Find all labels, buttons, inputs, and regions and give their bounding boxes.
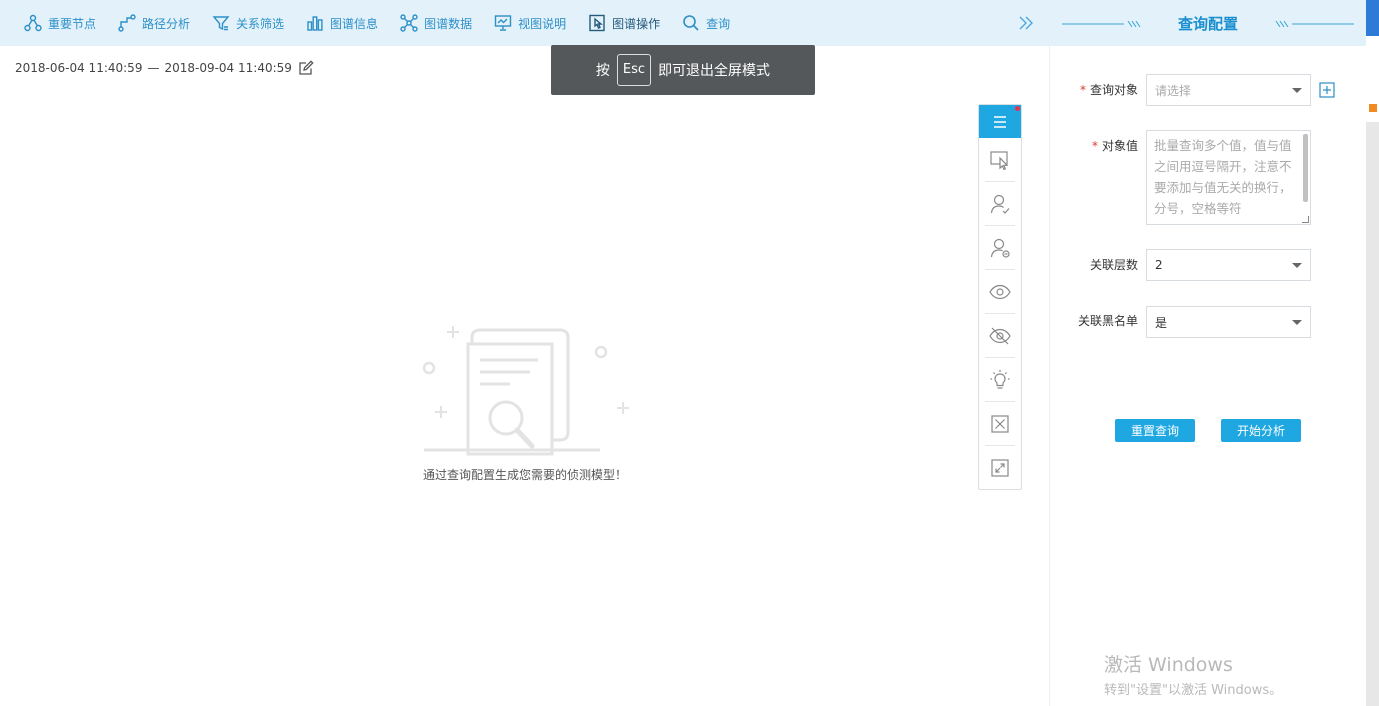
user-remove-icon — [990, 238, 1010, 258]
date-range: 2018-06-04 11:40:59 — 2018-09-04 11:40:5… — [15, 60, 314, 76]
bar-chart-icon — [307, 16, 323, 31]
toolbar-label: 图谱信息 — [330, 16, 379, 31]
toolbar-relation-filter[interactable]: 关系筛选 — [212, 0, 284, 46]
chevron-down-icon — [1292, 88, 1302, 93]
graph-data-icon — [400, 14, 418, 32]
toolbar-label: 图谱操作 — [612, 16, 661, 31]
date-end: 2018-09-04 11:40:59 — [164, 61, 292, 75]
toolbar-path-analysis[interactable]: 路径分析 — [118, 0, 190, 46]
notification-badge — [1015, 106, 1020, 111]
presentation-icon — [494, 15, 512, 31]
query-object-label: * 查询对象 — [1050, 75, 1138, 105]
bulb-icon — [990, 369, 1010, 389]
edge-app-icon — [1369, 104, 1377, 112]
start-analysis-button[interactable]: 开始分析 — [1221, 419, 1301, 442]
toolbar-label: 图谱数据 — [424, 16, 473, 31]
relation-depth-value: 2 — [1155, 258, 1163, 272]
rail-user-check-button[interactable] — [985, 182, 1015, 226]
relation-depth-select[interactable]: 2 — [1146, 249, 1311, 281]
toolbar-graph-info[interactable]: 图谱信息 — [306, 0, 378, 46]
rail-exit-fullscreen-button[interactable] — [985, 446, 1015, 490]
relation-depth-label: 关联层数 — [1089, 258, 1138, 272]
relation-blacklist-label: 关联黑名单 — [1077, 314, 1138, 328]
object-value-label: * 对象值 — [1050, 131, 1138, 161]
date-separator: — — [147, 61, 160, 75]
reset-query-button[interactable]: 重置查询 — [1115, 419, 1195, 442]
toast-prefix: 按 — [595, 63, 610, 79]
query-object-label-text: 查询对象 — [1089, 83, 1138, 97]
query-object-row: * 查询对象 — [1050, 75, 1138, 105]
eye-icon — [989, 284, 1011, 299]
toast-suffix: 即可退出全屏模式 — [658, 63, 771, 79]
chevron-down-icon — [1292, 263, 1302, 268]
chevron-down-icon — [1292, 320, 1302, 325]
select-cursor-icon — [990, 150, 1009, 170]
panel-title: 查询配置 — [1177, 14, 1238, 33]
query-config-panel: 查询配置 * 查询对象 请选择 * 对象值 批量查询多个值，值与值之间用逗号隔开，注… — [1050, 0, 1366, 706]
textarea-scrollbar[interactable] — [1303, 134, 1308, 202]
eye-off-icon — [989, 327, 1011, 344]
object-value-textarea[interactable]: 批量查询多个值，值与值之间用逗号隔开，注意不要添加与值无关的换行，分号，空格等符 — [1146, 130, 1311, 225]
rail-show-button[interactable] — [985, 270, 1015, 314]
watermark-line1: 激活 Windows — [1104, 654, 1233, 676]
menu-icon — [994, 115, 1006, 128]
empty-state-text: 通过查询配置生成您需要的侦测模型！ — [423, 468, 628, 482]
relation-blacklist-select[interactable]: 是 — [1146, 306, 1311, 338]
rail-menu-button[interactable] — [979, 105, 1021, 138]
relation-blacklist-value: 是 — [1155, 315, 1168, 330]
toolbar-label: 关系筛选 — [236, 16, 285, 31]
edge-scrollbar[interactable] — [1366, 122, 1379, 706]
watermark-line2: 转到"设置"以激活 Windows。 — [1104, 683, 1283, 698]
window-edge-strip — [1366, 0, 1379, 706]
toolbar-key-nodes[interactable]: 重要节点 — [24, 0, 96, 46]
key-node-icon — [24, 14, 42, 32]
tool-rail — [978, 104, 1022, 490]
object-value-label-text: 对象值 — [1101, 139, 1138, 153]
windows-activation-watermark: 激活 Windows 转到"设置"以激活 Windows。 — [1104, 650, 1282, 698]
query-object-placeholder: 请选择 — [1155, 83, 1192, 98]
filter-icon — [212, 16, 230, 31]
required-mark: * — [1091, 139, 1098, 153]
toolbar-label: 查询 — [706, 16, 731, 31]
app-window: 重要节点 路径分析 关系筛选 图谱信息 图谱数据 视图说明 图谱操作 查询 20… — [0, 0, 1379, 706]
query-object-select[interactable]: 请选择 — [1146, 74, 1311, 106]
toolbar-view-description[interactable]: 视图说明 — [494, 0, 566, 46]
object-value-row: * 对象值 — [1050, 131, 1138, 161]
header-decoration-right — [1275, 21, 1354, 27]
path-icon — [118, 14, 136, 32]
toolbar-query[interactable]: 查询 — [682, 0, 730, 46]
esc-key-badge: Esc — [616, 54, 652, 86]
empty-state-illustration — [422, 326, 629, 456]
double-chevron-right-icon[interactable] — [1016, 13, 1036, 33]
rail-user-remove-button[interactable] — [985, 226, 1015, 270]
top-toolbar: 重要节点 路径分析 关系筛选 图谱信息 图谱数据 视图说明 图谱操作 查询 — [0, 0, 1050, 46]
add-query-object-icon[interactable] — [1319, 82, 1335, 98]
rail-hide-button[interactable] — [985, 314, 1015, 358]
date-start: 2018-06-04 11:40:59 — [15, 61, 143, 75]
graph-operation-icon — [589, 14, 605, 32]
rail-clear-button[interactable] — [985, 402, 1015, 446]
relation-depth-row: 关联层数 — [1050, 250, 1138, 280]
toolbar-label: 路径分析 — [142, 16, 191, 31]
toolbar-graph-data[interactable]: 图谱数据 — [400, 0, 472, 46]
edge-tab[interactable] — [1366, 0, 1379, 36]
user-check-icon — [990, 194, 1010, 214]
fullscreen-toast: 按 Esc 即可退出全屏模式 — [551, 45, 815, 95]
search-icon — [683, 15, 699, 31]
close-box-icon — [991, 414, 1009, 433]
relation-blacklist-row: 关联黑名单 — [1050, 306, 1138, 336]
header-decoration-left — [1062, 21, 1141, 27]
rail-select-button[interactable] — [985, 138, 1015, 182]
rail-highlight-button[interactable] — [985, 358, 1015, 402]
collapse-icon — [991, 459, 1009, 477]
toolbar-label: 重要节点 — [48, 16, 97, 31]
resize-handle-icon[interactable] — [1302, 216, 1309, 223]
toolbar-graph-operation[interactable]: 图谱操作 — [588, 0, 660, 46]
required-mark: * — [1079, 83, 1086, 97]
toolbar-label: 视图说明 — [518, 16, 567, 31]
edit-icon[interactable] — [298, 60, 314, 76]
object-value-placeholder: 批量查询多个值，值与值之间用逗号隔开，注意不要添加与值无关的换行，分号，空格等符 — [1154, 138, 1292, 216]
panel-header: 查询配置 — [1050, 0, 1366, 46]
